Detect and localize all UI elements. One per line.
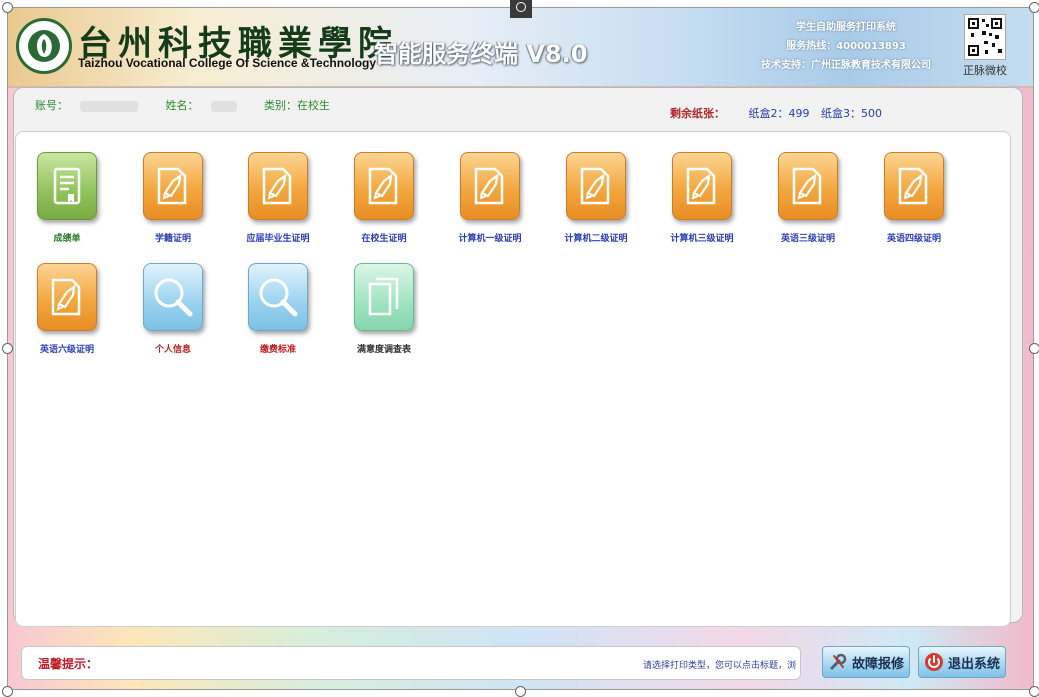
account-label: 账号： [35,99,150,112]
resize-handle-left[interactable] [2,343,13,354]
certificate-icon[interactable] [672,152,732,220]
rotate-handle[interactable] [510,0,532,18]
service-tile-label: 在校生证明 [361,234,407,244]
service-tile[interactable]: 个人信息 [125,263,221,355]
tip-label: 温馨提示： [38,657,99,671]
user-info-bar: 账号： 姓名： 类别：在校生 [35,97,342,113]
service-tile-label: 计算机三级证明 [670,234,734,244]
service-tile[interactable]: 学籍证明 [125,152,221,244]
name-value-redacted [210,100,237,112]
certificate-icon[interactable] [143,152,203,220]
service-tile[interactable]: 成绩单 [19,152,115,244]
service-tile[interactable]: 缴费标准 [230,263,326,355]
magnifier-icon[interactable] [143,263,203,331]
resize-handle-bottom[interactable] [515,686,526,697]
service-tile-label: 英语三级证明 [780,234,835,244]
name-label: 姓名： [166,99,249,112]
certificate-icon[interactable] [354,152,414,220]
certificate-icon[interactable] [37,263,97,331]
certificate-icon[interactable] [884,152,944,220]
service-tile[interactable]: 计算机三级证明 [654,152,750,244]
certificate-icon[interactable] [778,152,838,220]
service-tile-label: 个人信息 [154,345,191,355]
service-tile-label: 学籍证明 [154,234,191,244]
repair-button[interactable]: 故障报修 [822,646,910,678]
service-tile-label: 成绩单 [53,234,81,244]
service-tile-label: 应届毕业生证明 [246,234,310,244]
account-value-redacted [80,100,138,112]
terminal-title: 智能服务终端 V8.0 [374,40,588,68]
service-tile[interactable]: 应届毕业生证明 [230,152,326,244]
tip-text: 请选择打印类型，您可以点击标题，浏 [642,661,796,671]
service-tile-label: 英语四级证明 [886,234,941,244]
power-icon [924,653,943,671]
paper-box3: 纸盒3：500 [821,107,882,120]
service-tile-label: 缴费标准 [259,345,296,355]
certificate-icon[interactable] [248,152,308,220]
school-name-english: Taizhou Vocational College Of Science &T… [78,56,377,70]
service-tile-label: 计算机一级证明 [458,234,522,244]
paper-remaining: 剩余纸张： 纸盒2：499 纸盒3：500 [670,105,890,121]
qr-code-icon [964,14,1006,60]
exit-button-label: 退出系统 [947,656,1000,672]
service-tile[interactable]: 英语四级证明 [866,152,962,244]
college-logo-icon [16,18,72,74]
service-tile[interactable]: 英语三级证明 [760,152,856,244]
certificate-icon[interactable] [566,152,626,220]
paper-box2: 纸盒2：499 [748,107,810,120]
service-tile-label: 英语六级证明 [39,345,94,355]
header-banner: 台州科技職業學院 Taizhou Vocational College Of S… [8,8,1033,88]
service-tile[interactable]: 英语六级证明 [19,263,115,355]
resize-handle-bottom-right[interactable] [1029,686,1039,697]
paper-label: 剩余纸张： [670,107,725,120]
service-tile[interactable]: 计算机一级证明 [442,152,538,244]
magnifier-icon[interactable] [248,263,308,331]
service-tile-label: 计算机二级证明 [564,234,628,244]
exit-button[interactable]: 退出系统 [918,646,1006,678]
transcript-icon[interactable] [37,152,97,220]
service-tile-label: 满意度调查表 [356,345,411,355]
resize-handle-top-right[interactable] [1029,2,1039,13]
survey-icon[interactable] [354,263,414,331]
repair-button-label: 故障报修 [851,656,904,672]
qr-label: 正脉微校 [963,64,1007,77]
user-category: 类别：在校生 [264,99,330,112]
resize-handle-bottom-left[interactable] [2,686,13,697]
resize-handle-right[interactable] [1029,343,1039,354]
system-name: 学生自助服务打印系统 [796,22,896,33]
service-tile[interactable]: 在校生证明 [336,152,432,244]
resize-handle-top-left[interactable] [2,2,13,13]
service-tile[interactable]: 满意度调查表 [336,263,432,355]
certificate-icon[interactable] [460,152,520,220]
tech-support: 技术支持：广州正脉教育技术有限公司 [761,60,931,71]
wrench-icon [830,653,847,670]
service-tile[interactable]: 计算机二级证明 [548,152,644,244]
system-info: 学生自助服务打印系统 服务热线：4000013893 技术支持：广州正脉教育技术… [746,18,946,75]
hotline: 服务热线：4000013893 [786,41,906,52]
